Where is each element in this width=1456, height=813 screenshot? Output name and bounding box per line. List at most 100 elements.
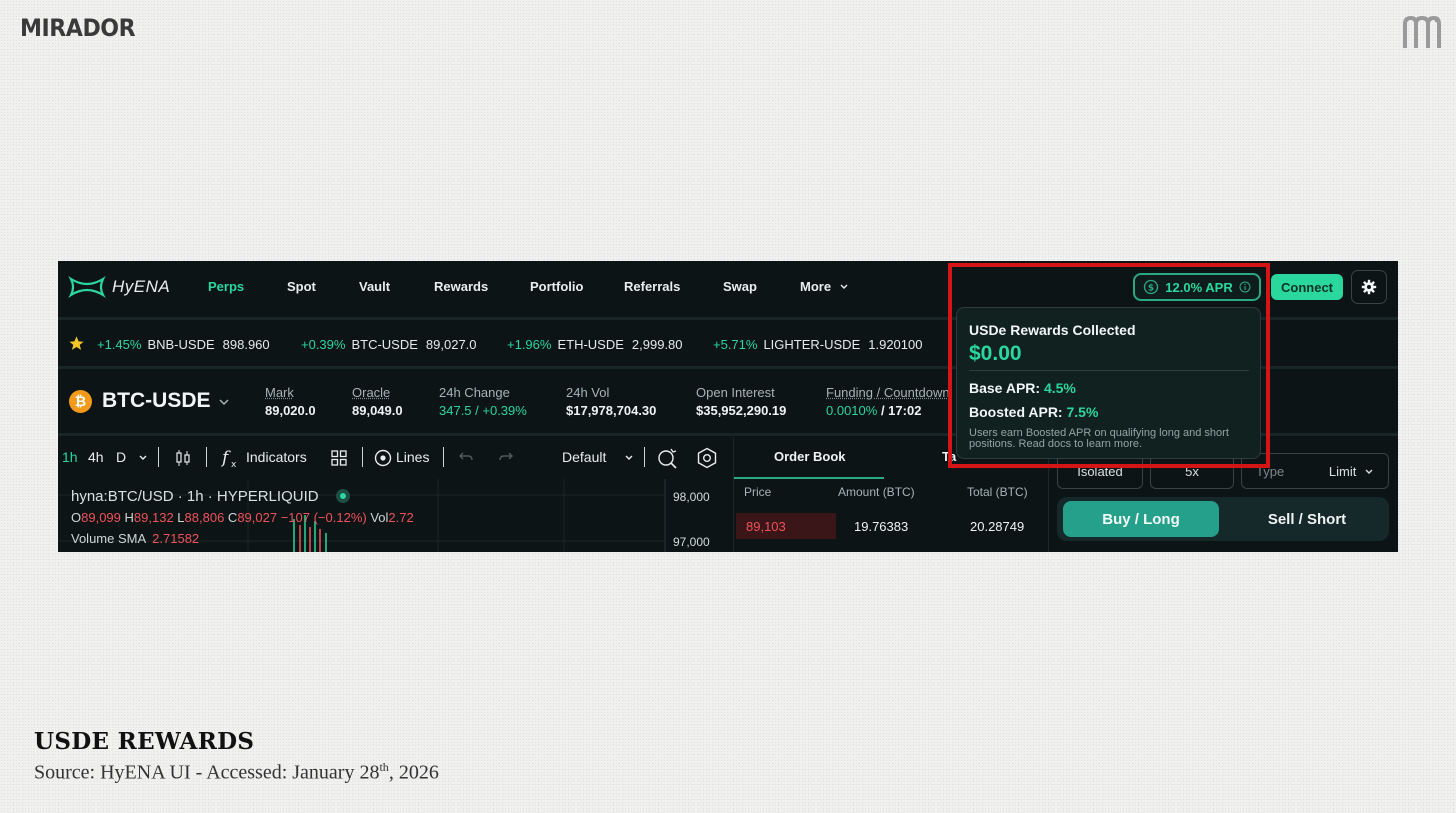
chevron-down-icon[interactable]	[138, 454, 148, 462]
ticker-change: +5.71%	[713, 337, 758, 352]
gear-icon	[1361, 279, 1377, 295]
slide-caption-title: USDE REWARDS	[34, 728, 255, 755]
active-tab-indicator	[734, 477, 884, 479]
price-axis-label: 97,000	[673, 535, 710, 549]
candlestick-icon[interactable]	[174, 448, 192, 468]
ticker-price: 2,999.80	[631, 337, 683, 352]
caption-source-prefix: Source: HyENA UI - Accessed: January 28	[34, 761, 380, 784]
stat-label: Open Interest	[696, 385, 775, 400]
ticker-price: 89,027.0	[425, 337, 477, 352]
chart-template-select[interactable]: Default	[562, 449, 606, 465]
nav-more[interactable]: More	[800, 279, 849, 294]
timeframe-1h[interactable]: 1h	[62, 449, 78, 465]
stat-funding: Funding / Countdown 0.0010% / 17:02	[826, 385, 950, 418]
price-axis-label: 98,000	[673, 490, 710, 504]
connect-button[interactable]: Connect	[1271, 274, 1343, 300]
order-book-row[interactable]: 89,103 19.76383 20.28749	[734, 513, 1034, 539]
ticker-change: +0.39%	[301, 337, 346, 352]
ticker-price: 898.960	[222, 337, 270, 352]
function-icon[interactable]: fx	[220, 447, 240, 469]
chevron-down-icon	[840, 284, 848, 289]
nav-spot[interactable]: Spot	[287, 279, 316, 294]
ohlc-value: 89,027	[237, 510, 278, 525]
live-indicator-icon	[336, 489, 350, 503]
funding-rate: 0.0010%	[826, 403, 878, 418]
sma-label: Volume SMA	[71, 531, 147, 546]
lines-button[interactable]: Lines	[396, 449, 429, 465]
hyena-logo-icon	[68, 275, 106, 299]
column-header-amount: Amount (BTC)	[838, 485, 915, 499]
stat-value: 347.5 / +0.39%	[439, 403, 527, 418]
chevron-down-icon	[1365, 469, 1373, 474]
nav-portfolio[interactable]: Portfolio	[530, 279, 583, 294]
ticker-change: +1.45%	[97, 337, 142, 352]
hyena-logo[interactable]: HyENA	[68, 275, 170, 299]
stat-open-interest: Open Interest $35,952,290.19	[696, 385, 786, 418]
ohlc-label: C	[227, 510, 238, 525]
quick-search-icon[interactable]	[657, 447, 679, 469]
svg-text:f: f	[220, 448, 231, 468]
settings-button[interactable]	[1351, 270, 1387, 304]
ohlc-value: 2.72	[388, 510, 414, 525]
column-header-price: Price	[744, 485, 772, 499]
ticker-item[interactable]: +1.96% ETH-USDE 2,999.80	[507, 337, 683, 352]
nav-referrals[interactable]: Referrals	[624, 279, 680, 294]
timeframe-4h[interactable]: 4h	[88, 449, 104, 465]
ohlc-value: 88,806	[184, 510, 225, 525]
ticker-price: 1.920100	[868, 337, 923, 352]
column-header-total: Total (BTC)	[967, 485, 1028, 499]
sell-short-button[interactable]: Sell / Short	[1229, 501, 1385, 537]
stat-label: Funding / Countdown	[826, 385, 950, 400]
stat-24h-vol: 24h Vol $17,978,704.30	[566, 385, 656, 418]
chart-settings-icon[interactable]	[696, 447, 718, 469]
nav-vault[interactable]: Vault	[359, 279, 390, 294]
toolbar-divider	[362, 447, 363, 467]
stat-value: 89,020.0	[265, 403, 316, 418]
ohlc-label: Vol	[370, 510, 389, 525]
ticker-change: +1.96%	[507, 337, 552, 352]
row-price: 89,103	[746, 519, 786, 534]
chevron-down-icon[interactable]	[624, 454, 634, 462]
star-icon[interactable]	[68, 335, 85, 352]
toolbar-divider	[644, 447, 645, 467]
chevron-down-icon[interactable]	[218, 397, 230, 407]
ohlc-legend: O89,099 H89,132 L88,806 C89,027 −107 (−0…	[71, 510, 414, 525]
stat-oracle: Oracle 89,049.0	[352, 385, 403, 418]
pair-selector[interactable]: BTC-USDE	[102, 389, 211, 413]
indicators-button[interactable]: Indicators	[246, 449, 307, 465]
sma-value: 2.71582	[152, 531, 200, 546]
timeframe-d[interactable]: D	[116, 449, 126, 465]
slide-caption-source: Source: HyENA UI - Accessed: January 28t…	[34, 760, 439, 785]
ohlc-change: −107 (−0.12%)	[280, 510, 367, 525]
nav-perps[interactable]: Perps	[208, 279, 244, 294]
ticker-item[interactable]: +5.71% LIGHTER-USDE 1.920100	[713, 337, 922, 352]
stat-label: Oracle	[352, 385, 391, 400]
ohlc-label: O	[71, 510, 82, 525]
buy-long-button[interactable]: Buy / Long	[1063, 501, 1219, 537]
tab-order-book[interactable]: Order Book	[774, 449, 846, 464]
svg-text:x: x	[231, 460, 237, 469]
annotation-highlight-box	[948, 263, 1270, 468]
ohlc-label: H	[124, 510, 134, 525]
chart-toolbar: 1h 4h D fx Indicators Lines Default	[58, 439, 728, 475]
stat-value: $35,952,290.19	[696, 403, 787, 418]
mirador-monogram-icon	[1403, 15, 1441, 48]
row-amount: 19.76383	[854, 519, 909, 534]
redo-icon[interactable]	[498, 450, 514, 464]
stat-value: 89,049.0	[352, 403, 403, 418]
logo-text: HyENA	[112, 277, 171, 296]
stat-label: 24h Change	[439, 385, 510, 400]
ticker-symbol: BNB-USDE	[147, 337, 215, 352]
stat-label: 24h Vol	[566, 385, 610, 400]
nav-rewards[interactable]: Rewards	[434, 279, 488, 294]
layout-grid-icon[interactable]	[330, 449, 348, 467]
undo-icon[interactable]	[458, 450, 474, 464]
ticker-item[interactable]: +1.45% BNB-USDE 898.960	[97, 337, 270, 352]
lines-icon[interactable]	[374, 449, 392, 467]
nav-swap[interactable]: Swap	[723, 279, 757, 294]
price-chart[interactable]: hyna:BTC/USD · 1h · HYPERLIQUID O89,099 …	[58, 479, 728, 552]
ticker-item[interactable]: +0.39% BTC-USDE 89,027.0	[301, 337, 477, 352]
order-type-value: Limit	[1329, 464, 1374, 479]
stat-value: $17,978,704.30	[566, 403, 657, 418]
stat-24h-change: 24h Change 347.5 / +0.39%	[439, 385, 527, 418]
